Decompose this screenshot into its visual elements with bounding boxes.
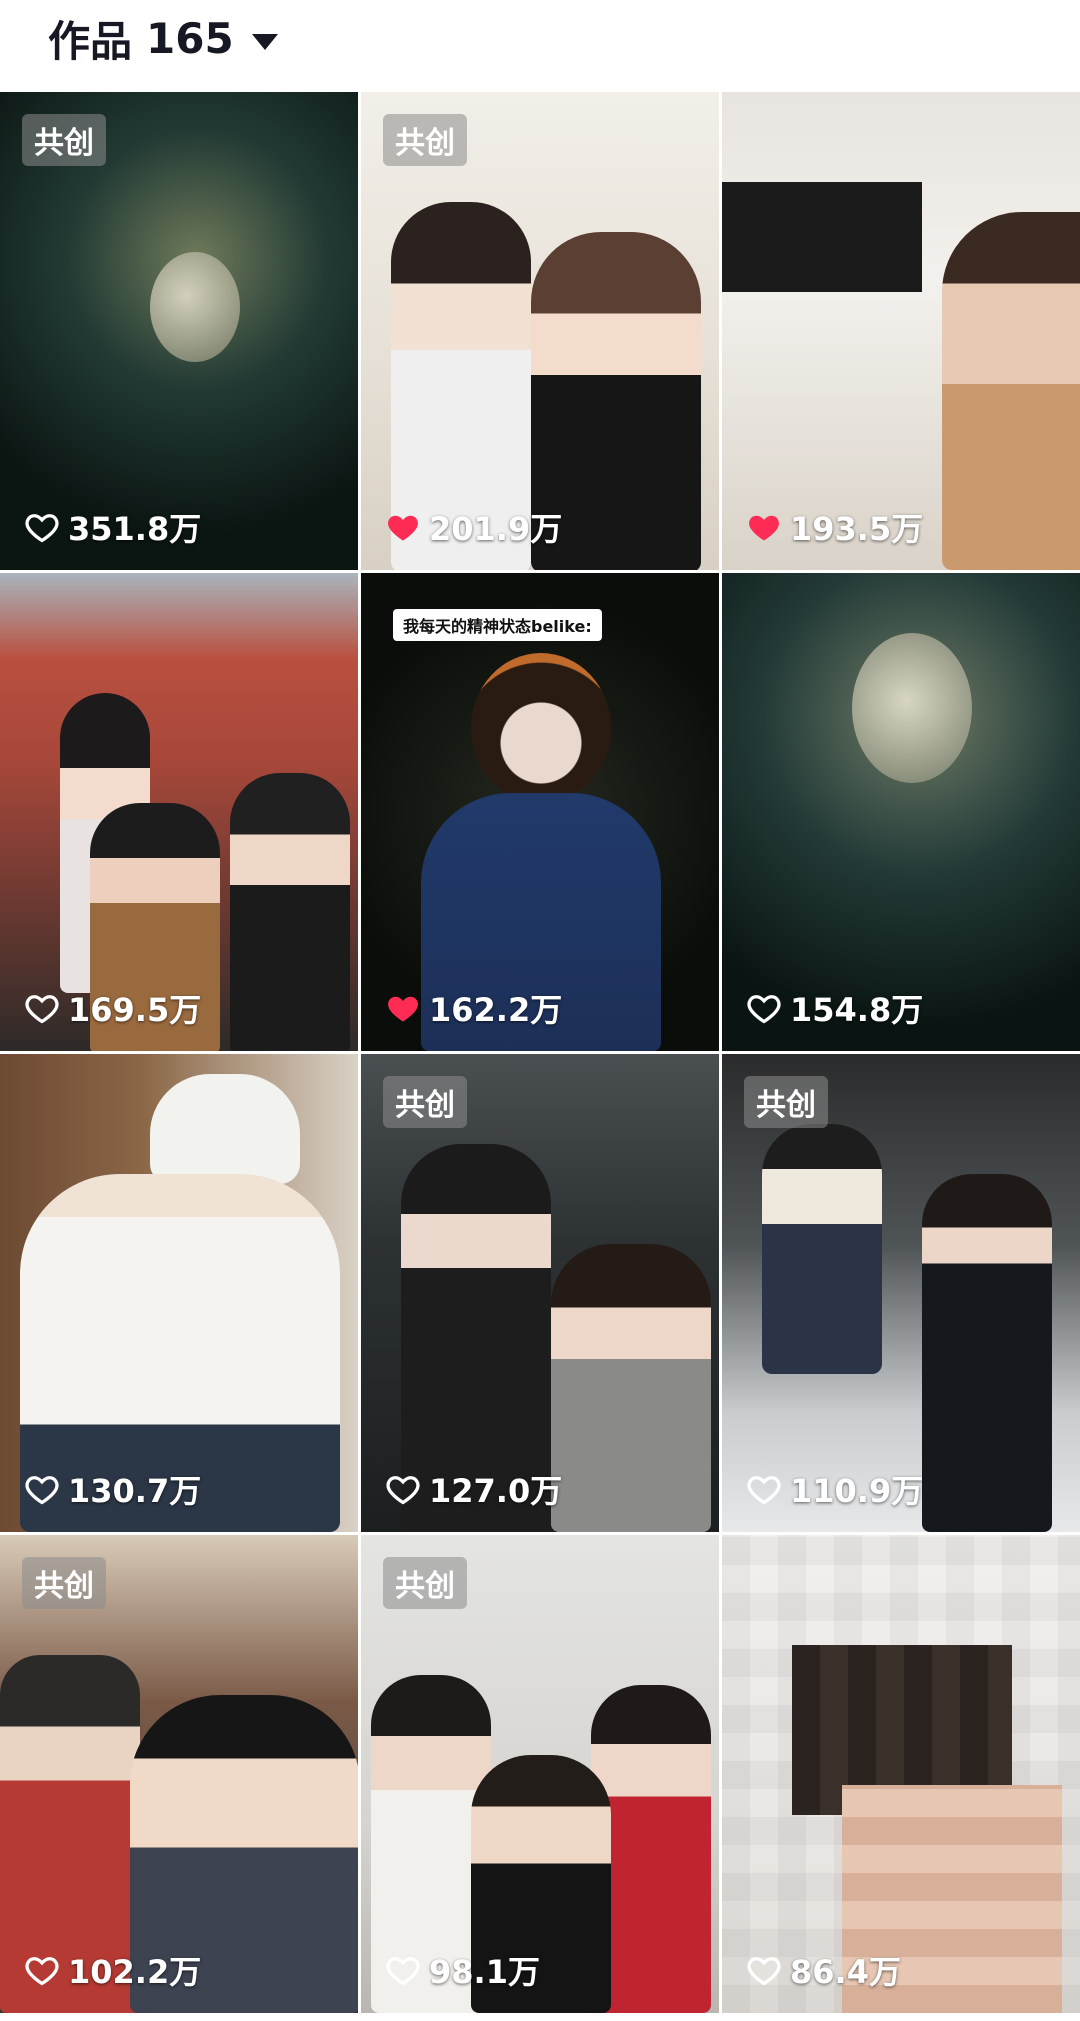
like-count-text: 102.2万: [68, 1953, 202, 1991]
heart-outline-icon: [747, 995, 781, 1024]
collab-badge: 共创: [383, 1557, 467, 1609]
heart-outline-icon: [25, 514, 59, 543]
heart-outline-icon: [747, 1957, 781, 1986]
like-count: 193.5万: [746, 504, 923, 550]
thumbnail-figure: [922, 1174, 1052, 1532]
thumbnail-figure: [471, 653, 611, 803]
like-count: 154.8万: [746, 985, 923, 1031]
like-count: 102.2万: [24, 1947, 201, 1993]
heart-filled-icon: [388, 515, 418, 541]
video-tile[interactable]: 共创 98.1万: [361, 1535, 719, 2013]
thumbnail-figure: [150, 252, 240, 362]
like-count-text: 201.9万: [429, 510, 563, 548]
like-count-text: 154.8万: [790, 991, 924, 1029]
video-tile[interactable]: 130.7万: [0, 1054, 358, 1532]
dropdown-caret-icon[interactable]: [251, 33, 278, 50]
collab-badge: 共创: [383, 1076, 467, 1128]
like-count: 169.5万: [24, 985, 201, 1031]
like-count-text: 351.8万: [68, 510, 202, 548]
video-tile[interactable]: 193.5万: [722, 92, 1080, 570]
collab-badge: 共创: [744, 1076, 828, 1128]
like-count-text: 130.7万: [68, 1472, 202, 1510]
like-count-text: 98.1万: [429, 1953, 540, 1991]
video-tile[interactable]: 86.4万: [722, 1535, 1080, 2013]
thumbnail-figure: [551, 1244, 711, 1532]
video-tile[interactable]: 我每天的精神状态belike: 162.2万: [361, 573, 719, 1051]
thumbnail-figure: [762, 1124, 882, 1374]
heart-outline-icon: [386, 1476, 420, 1505]
like-count: 130.7万: [24, 1466, 201, 1512]
video-caption-overlay: 我每天的精神状态belike:: [393, 609, 602, 641]
like-count-text: 86.4万: [790, 1953, 901, 1991]
like-count-text: 193.5万: [790, 510, 924, 548]
profile-works-header: 作品 165: [0, 0, 1080, 90]
works-title-label: 作品: [48, 17, 133, 66]
like-count: 162.2万: [385, 985, 562, 1031]
like-count: 201.9万: [385, 504, 562, 550]
heart-outline-icon: [747, 1476, 781, 1505]
collab-badge: 共创: [22, 1557, 106, 1609]
thumbnail-figure: [722, 182, 922, 292]
video-tile[interactable]: 共创 127.0万: [361, 1054, 719, 1532]
video-tile[interactable]: 共创 201.9万: [361, 92, 719, 570]
thumbnail-figure: [852, 633, 972, 783]
works-tab[interactable]: 作品 165: [48, 8, 278, 69]
like-count-text: 127.0万: [429, 1472, 563, 1510]
collab-badge: 共创: [22, 114, 106, 166]
video-tile[interactable]: 共创 110.9万: [722, 1054, 1080, 1532]
works-count: 165: [146, 14, 234, 63]
thumbnail-figure: [230, 773, 350, 1051]
thumbnail-figure: [150, 1074, 300, 1184]
thumbnail-figure: [942, 212, 1080, 570]
like-count-text: 169.5万: [68, 991, 202, 1029]
video-tile[interactable]: 154.8万: [722, 573, 1080, 1051]
heart-outline-icon: [386, 1957, 420, 1986]
heart-filled-icon: [388, 996, 418, 1022]
heart-outline-icon: [25, 1476, 59, 1505]
heart-outline-icon: [25, 1957, 59, 1986]
collab-badge: 共创: [383, 114, 467, 166]
like-count: 110.9万: [746, 1466, 923, 1512]
like-count: 98.1万: [385, 1947, 540, 1993]
heart-outline-icon: [25, 995, 59, 1024]
like-count: 86.4万: [746, 1947, 901, 1993]
heart-filled-icon: [749, 515, 779, 541]
video-tile[interactable]: 共创 102.2万: [0, 1535, 358, 2013]
like-count: 351.8万: [24, 504, 201, 550]
like-count-text: 162.2万: [429, 991, 563, 1029]
video-grid: 共创 351.8万 共创 201.9万 193.5万 169.5万 我每天的精神…: [0, 92, 1080, 2021]
like-count: 127.0万: [385, 1466, 562, 1512]
like-count-text: 110.9万: [790, 1472, 924, 1510]
video-tile[interactable]: 共创 351.8万: [0, 92, 358, 570]
video-tile[interactable]: 169.5万: [0, 573, 358, 1051]
